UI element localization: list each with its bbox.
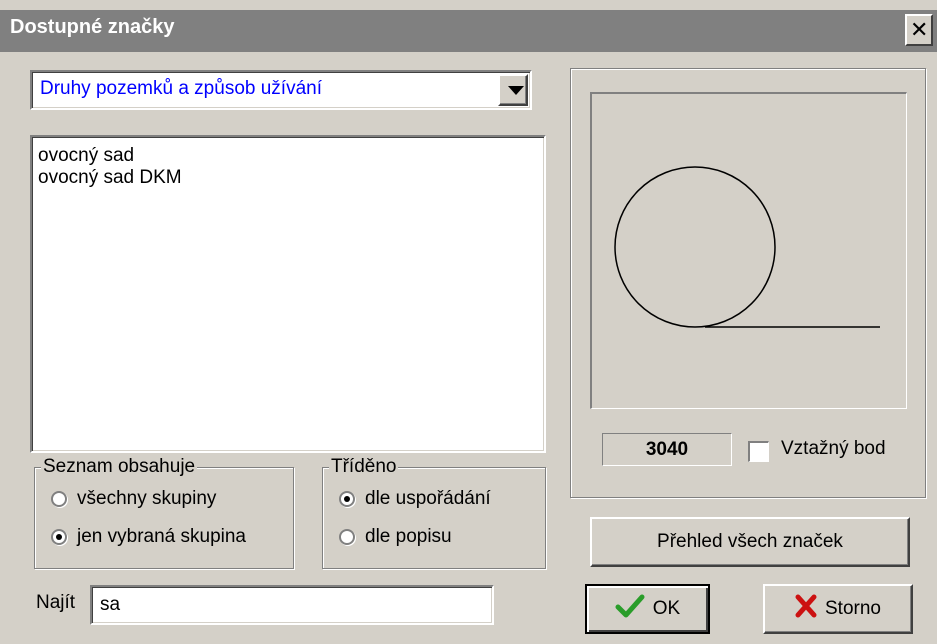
category-dropdown-button[interactable] [498,74,528,106]
close-icon: ✕ [910,17,929,42]
radio-button[interactable] [51,529,67,545]
list-contains-legend: Seznam obsahuje [41,456,198,478]
window-title: Dostupné značky [10,16,175,38]
list-contains-group: Seznam obsahuje všechny skupiny jen vybr… [34,456,294,569]
sort-legend: Tříděno [329,456,399,478]
cancel-label: Storno [825,598,881,619]
category-select[interactable]: Druhy pozemků a způsob užívání [30,70,532,110]
x-icon [795,594,817,624]
radio-button[interactable] [339,529,355,545]
find-label: Najít [36,592,76,613]
dropdown-arrow-icon [508,86,524,95]
sort-group: Tříděno dle uspořádání dle popisu [322,456,546,569]
radio-by-description[interactable]: dle popisu [339,526,452,548]
check-icon [615,593,645,625]
ok-label: OK [652,598,681,619]
radio-label: jen vybraná skupina [77,526,246,547]
radio-label: dle popisu [365,526,452,547]
reference-point-checkbox[interactable] [748,441,769,462]
list-item[interactable]: ovocný sad DKM [38,167,182,189]
symbol-preview-drawing [614,166,880,328]
symbol-overview-label: Přehled všech značek [657,531,843,552]
radio-by-order[interactable]: dle uspořádání [339,488,491,510]
category-select-value: Druhy pozemků a způsob užívání [40,78,322,99]
cancel-button[interactable]: Storno [763,584,913,634]
symbol-overview-button[interactable]: Přehled všech značek [590,517,910,567]
close-button[interactable]: ✕ [905,14,933,46]
ok-button[interactable]: OK [585,584,710,634]
list-item[interactable]: ovocný sad [38,145,134,167]
reference-point-label: Vztažný bod [781,438,886,459]
symbol-preview [590,92,907,409]
symbol-circle [614,166,776,328]
radio-label: dle uspořádání [365,488,491,509]
radio-selected-group[interactable]: jen vybraná skupina [51,526,246,548]
radio-all-groups[interactable]: všechny skupiny [51,488,216,510]
symbol-list[interactable]: ovocný sad ovocný sad DKM [30,135,546,453]
radio-button[interactable] [51,491,67,507]
symbol-code: 3040 [602,433,732,466]
find-input[interactable] [90,585,494,625]
radio-label: všechny skupiny [77,488,217,509]
radio-button[interactable] [339,491,355,507]
